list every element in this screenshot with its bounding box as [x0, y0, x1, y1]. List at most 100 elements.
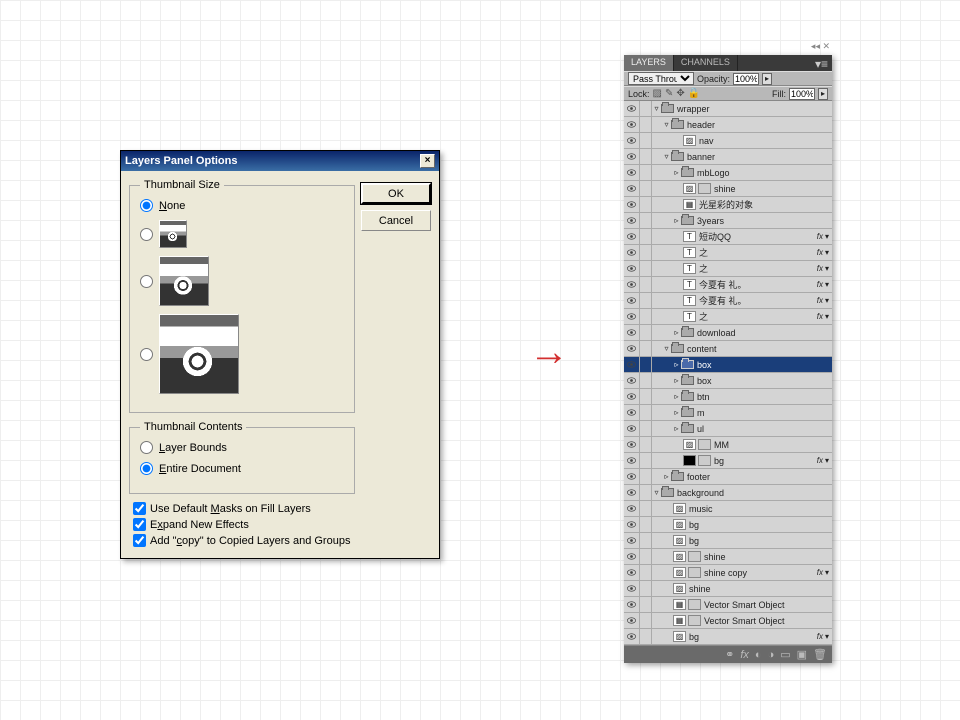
- close-icon[interactable]: ×: [420, 154, 435, 168]
- dialog-titlebar[interactable]: Layers Panel Options ×: [121, 151, 439, 171]
- visibility-icon[interactable]: [624, 549, 640, 565]
- lock-trans-icon[interactable]: ▨: [653, 88, 662, 99]
- expand-toggle-icon[interactable]: ▿: [662, 120, 671, 129]
- visibility-icon[interactable]: [624, 517, 640, 533]
- visibility-icon[interactable]: [624, 597, 640, 613]
- visibility-icon[interactable]: [624, 149, 640, 165]
- layer-row[interactable]: T短动QQfx▾: [624, 229, 832, 245]
- expand-toggle-icon[interactable]: ▿: [662, 344, 671, 353]
- layer-row[interactable]: ▦Vector Smart Object: [624, 597, 832, 613]
- opacity-field[interactable]: [733, 73, 759, 85]
- expand-toggle-icon[interactable]: ▿: [652, 104, 661, 113]
- visibility-icon[interactable]: [624, 133, 640, 149]
- layer-row[interactable]: ▨music: [624, 501, 832, 517]
- visibility-icon[interactable]: [624, 357, 640, 373]
- fx-expand-icon[interactable]: ▾: [825, 296, 829, 305]
- entire-document-radio[interactable]: [140, 462, 153, 475]
- fx-expand-icon[interactable]: ▾: [825, 456, 829, 465]
- layer-row[interactable]: ▹3years: [624, 213, 832, 229]
- thumb-medium-radio[interactable]: [140, 275, 153, 288]
- visibility-icon[interactable]: [624, 245, 640, 261]
- expand-toggle-icon[interactable]: ▹: [662, 472, 671, 481]
- visibility-icon[interactable]: [624, 501, 640, 517]
- visibility-icon[interactable]: [624, 389, 640, 405]
- visibility-icon[interactable]: [624, 277, 640, 293]
- fill-arrow-icon[interactable]: ▸: [818, 88, 828, 100]
- fx-expand-icon[interactable]: ▾: [825, 280, 829, 289]
- visibility-icon[interactable]: [624, 117, 640, 133]
- panel-menu-icon[interactable]: ▾≡: [815, 57, 828, 71]
- layer-row[interactable]: ▨shine: [624, 581, 832, 597]
- layer-row[interactable]: T今夏有 礼。fx▾: [624, 277, 832, 293]
- expand-toggle-icon[interactable]: ▹: [672, 360, 681, 369]
- layer-row[interactable]: ▿background: [624, 485, 832, 501]
- visibility-icon[interactable]: [624, 325, 640, 341]
- expand-toggle-icon[interactable]: ▹: [672, 408, 681, 417]
- layer-row[interactable]: ▿wrapper: [624, 101, 832, 117]
- cancel-button[interactable]: Cancel: [361, 210, 431, 231]
- visibility-icon[interactable]: [624, 613, 640, 629]
- visibility-icon[interactable]: [624, 373, 640, 389]
- expand-toggle-icon[interactable]: ▹: [672, 216, 681, 225]
- layer-row[interactable]: ▦Vector Smart Object: [624, 613, 832, 629]
- visibility-icon[interactable]: [624, 293, 640, 309]
- layer-row[interactable]: T今夏有 礼。fx▾: [624, 293, 832, 309]
- layer-row[interactable]: ▹box: [624, 373, 832, 389]
- visibility-icon[interactable]: [624, 309, 640, 325]
- fx-expand-icon[interactable]: ▾: [825, 312, 829, 321]
- add-copy-check[interactable]: [133, 534, 146, 547]
- blend-mode-select[interactable]: Pass Through: [628, 72, 694, 85]
- default-masks-check[interactable]: [133, 502, 146, 515]
- layer-row[interactable]: ▹ul: [624, 421, 832, 437]
- layer-row[interactable]: ▨bg: [624, 517, 832, 533]
- expand-toggle-icon[interactable]: ▹: [672, 328, 681, 337]
- fx-expand-icon[interactable]: ▾: [825, 248, 829, 257]
- lock-move-icon[interactable]: ✥: [676, 88, 684, 99]
- expand-toggle-icon[interactable]: ▿: [652, 488, 661, 497]
- visibility-icon[interactable]: [624, 181, 640, 197]
- ok-button[interactable]: OK: [361, 183, 431, 204]
- trash-icon[interactable]: 🗑: [813, 648, 827, 661]
- layer-row[interactable]: T之fx▾: [624, 309, 832, 325]
- visibility-icon[interactable]: [624, 229, 640, 245]
- layer-row[interactable]: ▨MM: [624, 437, 832, 453]
- expand-toggle-icon[interactable]: ▿: [662, 152, 671, 161]
- visibility-icon[interactable]: [624, 453, 640, 469]
- tab-channels[interactable]: CHANNELS: [674, 55, 738, 71]
- layer-row[interactable]: ▹download: [624, 325, 832, 341]
- visibility-icon[interactable]: [624, 533, 640, 549]
- expand-toggle-icon[interactable]: ▹: [672, 424, 681, 433]
- fx-expand-icon[interactable]: ▾: [825, 264, 829, 273]
- expand-toggle-icon[interactable]: ▹: [672, 376, 681, 385]
- visibility-icon[interactable]: [624, 341, 640, 357]
- group-icon[interactable]: ▭: [780, 648, 790, 661]
- fx-expand-icon[interactable]: ▾: [825, 632, 829, 641]
- opacity-arrow-icon[interactable]: ▸: [762, 73, 772, 85]
- layer-row[interactable]: ▹mbLogo: [624, 165, 832, 181]
- visibility-icon[interactable]: [624, 101, 640, 117]
- visibility-icon[interactable]: [624, 405, 640, 421]
- visibility-icon[interactable]: [624, 213, 640, 229]
- layer-row[interactable]: ▨bg: [624, 533, 832, 549]
- thumb-small-radio[interactable]: [140, 228, 153, 241]
- visibility-icon[interactable]: [624, 437, 640, 453]
- expand-toggle-icon[interactable]: ▹: [672, 168, 681, 177]
- layer-row[interactable]: ▨shine copyfx▾: [624, 565, 832, 581]
- fx-icon[interactable]: fx: [740, 649, 749, 661]
- layer-row[interactable]: ▹footer: [624, 469, 832, 485]
- layer-row[interactable]: T之fx▾: [624, 261, 832, 277]
- layer-row[interactable]: ▹btn: [624, 389, 832, 405]
- layer-row[interactable]: ▨bgfx▾: [624, 629, 832, 645]
- layer-row[interactable]: ▨shine: [624, 549, 832, 565]
- visibility-icon[interactable]: [624, 629, 640, 645]
- new-layer-icon[interactable]: ▣: [797, 648, 807, 661]
- fx-expand-icon[interactable]: ▾: [825, 232, 829, 241]
- visibility-icon[interactable]: [624, 565, 640, 581]
- layer-bounds-radio[interactable]: [140, 441, 153, 454]
- fx-expand-icon[interactable]: ▾: [825, 568, 829, 577]
- thumb-none-radio[interactable]: [140, 199, 153, 212]
- layer-row[interactable]: T之fx▾: [624, 245, 832, 261]
- expand-toggle-icon[interactable]: ▹: [672, 392, 681, 401]
- tab-layers[interactable]: LAYERS: [624, 55, 674, 71]
- link-layers-icon[interactable]: ⚭: [725, 648, 734, 661]
